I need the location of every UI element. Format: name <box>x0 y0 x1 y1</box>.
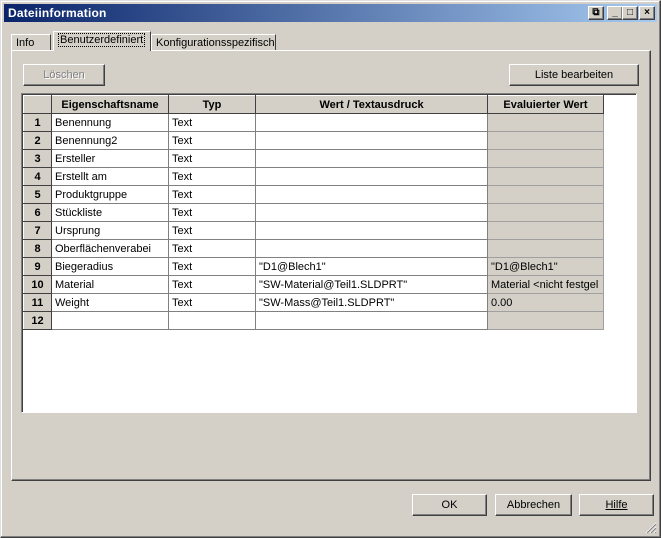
evaluated-value-cell <box>487 311 604 330</box>
row-number-cell[interactable]: 8 <box>23 239 52 258</box>
ok-button[interactable]: OK <box>412 494 487 516</box>
restore-icon[interactable]: ⧉ <box>588 6 604 20</box>
property-type-cell[interactable]: Text <box>168 221 256 240</box>
property-type-cell[interactable]: Text <box>168 203 256 222</box>
table-row[interactable]: 1 Benennung Text <box>23 113 604 132</box>
help-button[interactable]: Hilfe <box>579 494 654 516</box>
evaluated-value-cell <box>487 113 604 132</box>
table-row[interactable]: 12 <box>23 311 604 330</box>
close-button[interactable]: × <box>639 6 655 20</box>
evaluated-value-cell <box>487 239 604 258</box>
row-number-cell[interactable]: 6 <box>23 203 52 222</box>
column-header-type[interactable]: Typ <box>168 95 256 114</box>
evaluated-value-cell <box>487 203 604 222</box>
property-name-cell[interactable]: Benennung2 <box>51 131 169 150</box>
property-name-cell[interactable]: Erstellt am <box>51 167 169 186</box>
evaluated-value-cell: "D1@Blech1" <box>487 257 604 276</box>
property-name-cell[interactable]: Oberflächenverabei <box>51 239 169 258</box>
property-type-cell[interactable]: Text <box>168 275 256 294</box>
row-number-cell[interactable]: 3 <box>23 149 52 168</box>
property-name-cell[interactable]: Material <box>51 275 169 294</box>
table-row[interactable]: 10 Material Text "SW-Material@Teil1.SLDPRT"… <box>23 275 604 294</box>
property-type-cell[interactable]: Text <box>168 113 256 132</box>
property-type-cell[interactable]: Text <box>168 185 256 204</box>
properties-table: Eigenschaftsname Typ Wert / Textausdruck… <box>23 95 604 330</box>
table-row[interactable]: 8 Oberflächenverabei Text <box>23 239 604 258</box>
dialog-window: Dateiinformation ⧉ _ □ × Info Benutzerde… <box>0 0 661 538</box>
header-row: Eigenschaftsname Typ Wert / Textausdruck… <box>23 95 604 114</box>
table-row[interactable]: 9 Biegeradius Text "D1@Blech1" "D1@Blech1" <box>23 257 604 276</box>
title-bar[interactable]: Dateiinformation ⧉ _ □ × <box>4 4 657 22</box>
property-value-cell[interactable] <box>255 149 488 168</box>
property-value-cell[interactable] <box>255 113 488 132</box>
tab-benutzerdefiniert[interactable]: Benutzerdefiniert <box>53 31 151 51</box>
property-value-cell[interactable] <box>255 203 488 222</box>
row-number-cell[interactable]: 7 <box>23 221 52 240</box>
edit-list-button[interactable]: Liste bearbeiten <box>509 64 639 86</box>
property-type-cell[interactable]: Text <box>168 131 256 150</box>
table-row[interactable]: 3 Ersteller Text <box>23 149 604 168</box>
minimize-button[interactable]: _ <box>607 6 623 20</box>
property-type-cell[interactable]: Text <box>168 149 256 168</box>
evaluated-value-cell <box>487 167 604 186</box>
evaluated-value-cell: Material <nicht festgel <box>487 275 604 294</box>
maximize-button[interactable]: □ <box>622 6 638 20</box>
tab-info[interactable]: Info <box>11 34 51 50</box>
column-header-value[interactable]: Wert / Textausdruck <box>255 95 488 114</box>
property-name-cell[interactable]: Biegeradius <box>51 257 169 276</box>
property-name-cell[interactable] <box>51 311 169 330</box>
property-name-cell[interactable]: Benennung <box>51 113 169 132</box>
property-type-cell[interactable]: Text <box>168 257 256 276</box>
table-row[interactable]: 7 Ursprung Text <box>23 221 604 240</box>
resize-grip-icon[interactable] <box>645 522 657 534</box>
property-type-cell[interactable]: Text <box>168 293 256 312</box>
table-row[interactable]: 2 Benennung2 Text <box>23 131 604 150</box>
property-type-cell[interactable]: Text <box>168 239 256 258</box>
cancel-button[interactable]: Abbrechen <box>495 494 572 516</box>
evaluated-value-cell <box>487 185 604 204</box>
row-number-cell[interactable]: 5 <box>23 185 52 204</box>
property-type-cell[interactable]: Text <box>168 167 256 186</box>
tab-konfigurationsspezifisch[interactable]: Konfigurationsspezifisch <box>151 34 276 50</box>
properties-grid[interactable]: Eigenschaftsname Typ Wert / Textausdruck… <box>21 93 637 413</box>
property-name-cell[interactable]: Weight <box>51 293 169 312</box>
property-name-cell[interactable]: Produktgruppe <box>51 185 169 204</box>
property-value-cell[interactable] <box>255 131 488 150</box>
window-title: Dateiinformation <box>8 6 107 20</box>
evaluated-value-cell <box>487 131 604 150</box>
corner-header[interactable] <box>23 95 52 114</box>
row-number-cell[interactable]: 12 <box>23 311 52 330</box>
property-type-cell[interactable] <box>168 311 256 330</box>
property-name-cell[interactable]: Ursprung <box>51 221 169 240</box>
row-number-cell[interactable]: 9 <box>23 257 52 276</box>
table-row[interactable]: 6 Stückliste Text <box>23 203 604 222</box>
property-value-cell[interactable]: "D1@Blech1" <box>255 257 488 276</box>
row-number-cell[interactable]: 10 <box>23 275 52 294</box>
property-value-cell[interactable] <box>255 167 488 186</box>
evaluated-value-cell <box>487 221 604 240</box>
property-value-cell[interactable] <box>255 311 488 330</box>
property-value-cell[interactable] <box>255 221 488 240</box>
property-name-cell[interactable]: Ersteller <box>51 149 169 168</box>
evaluated-value-cell: 0.00 <box>487 293 604 312</box>
row-number-cell[interactable]: 1 <box>23 113 52 132</box>
property-value-cell[interactable] <box>255 185 488 204</box>
column-header-evaluated[interactable]: Evaluierter Wert <box>487 95 604 114</box>
help-label: Hilfe <box>605 499 628 511</box>
property-value-cell[interactable]: "SW-Mass@Teil1.SLDPRT" <box>255 293 488 312</box>
row-number-cell[interactable]: 2 <box>23 131 52 150</box>
table-row[interactable]: 5 Produktgruppe Text <box>23 185 604 204</box>
row-number-cell[interactable]: 4 <box>23 167 52 186</box>
table-row[interactable]: 11 Weight Text "SW-Mass@Teil1.SLDPRT" 0.00 <box>23 293 604 312</box>
column-header-name[interactable]: Eigenschaftsname <box>51 95 169 114</box>
property-value-cell[interactable]: "SW-Material@Teil1.SLDPRT" <box>255 275 488 294</box>
delete-button[interactable]: Löschen <box>23 64 105 86</box>
property-value-cell[interactable] <box>255 239 488 258</box>
evaluated-value-cell <box>487 149 604 168</box>
property-name-cell[interactable]: Stückliste <box>51 203 169 222</box>
table-row[interactable]: 4 Erstellt am Text <box>23 167 604 186</box>
row-number-cell[interactable]: 11 <box>23 293 52 312</box>
